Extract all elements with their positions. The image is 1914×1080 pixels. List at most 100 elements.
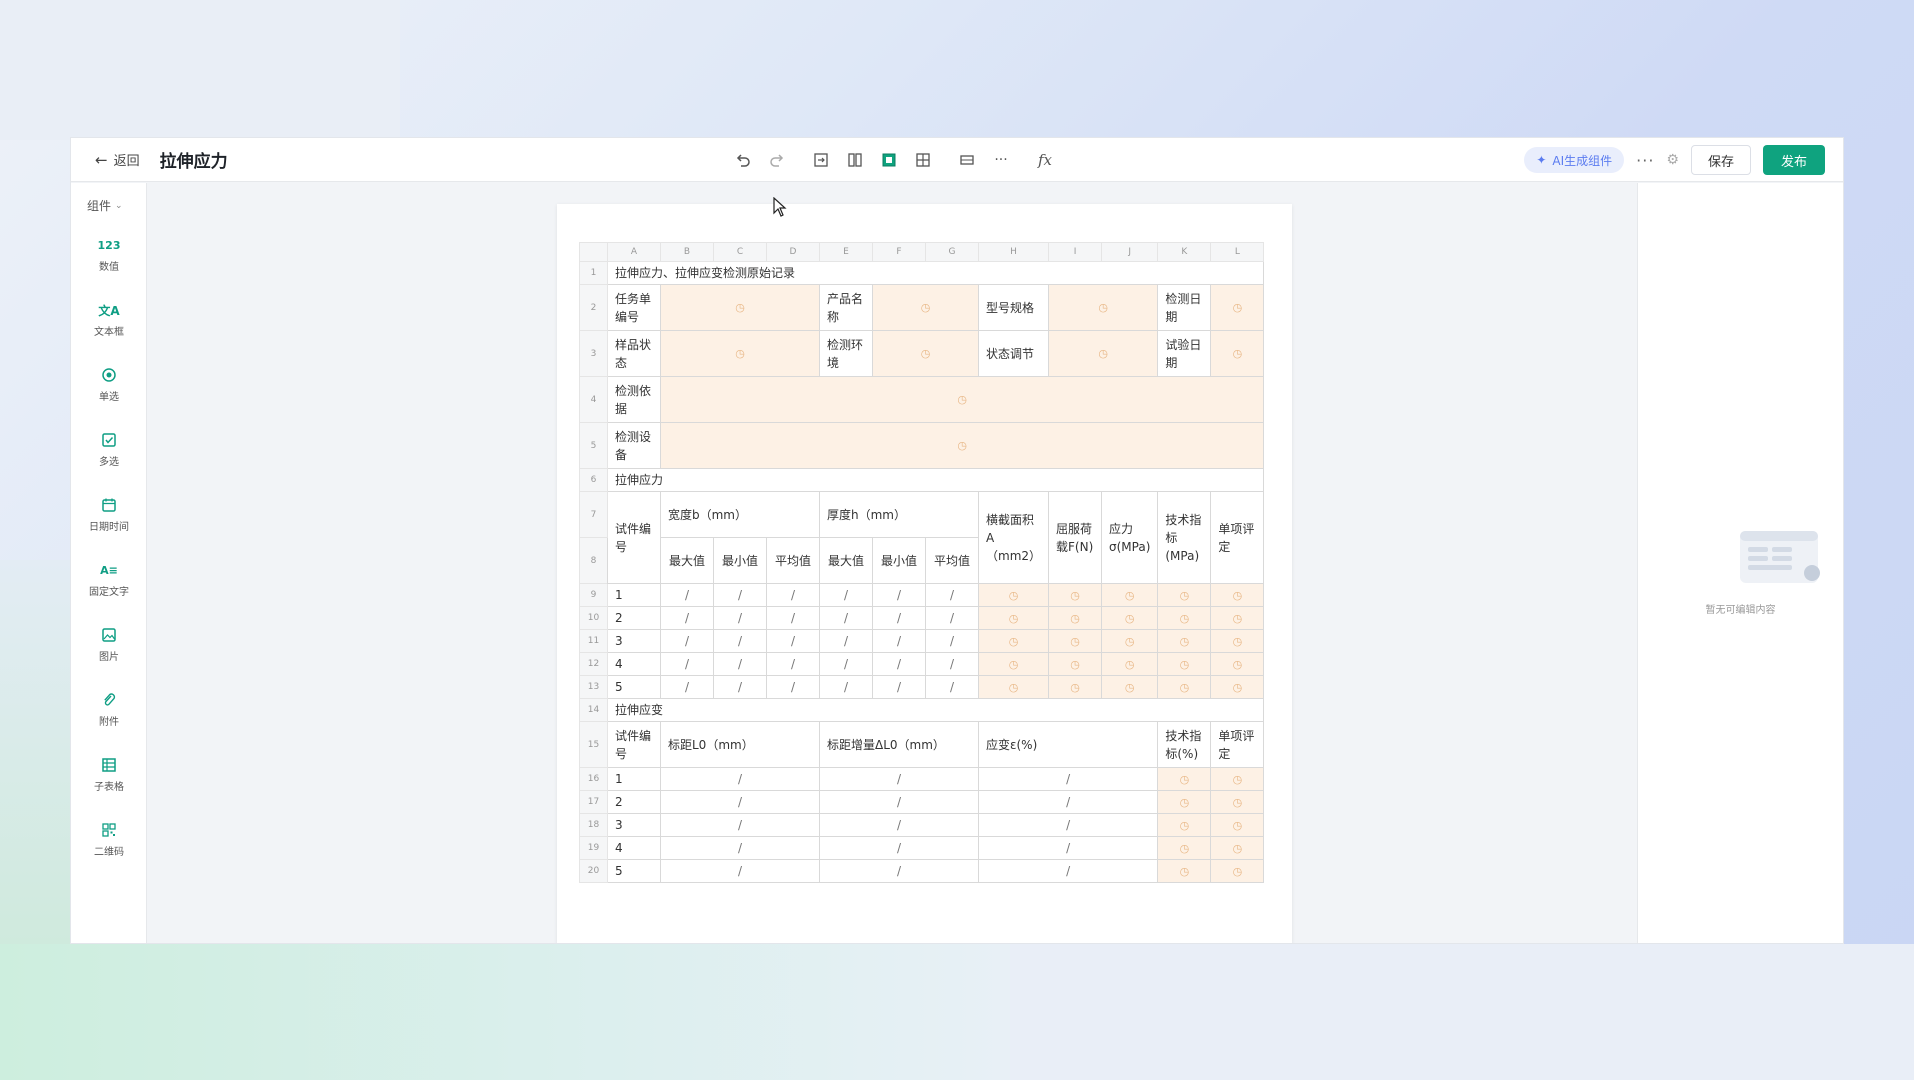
label-cell[interactable]: 样品状态 — [607, 330, 661, 377]
column-header[interactable]: F — [872, 242, 926, 262]
header-cell[interactable]: 最大值 — [819, 537, 873, 584]
input-field[interactable]: ◷ — [977, 583, 1050, 607]
slash-cell[interactable]: / — [925, 652, 979, 676]
input-field[interactable]: ◷ — [1210, 790, 1265, 814]
slash-cell[interactable]: / — [660, 583, 714, 607]
sidebar-item-radio[interactable]: 单选 — [71, 352, 147, 417]
header-cell[interactable]: 技术指标(MPa) — [1157, 491, 1212, 584]
input-field[interactable]: ◷ — [1210, 675, 1265, 699]
label-cell[interactable]: 状态调节 — [977, 330, 1050, 377]
column-header[interactable]: L — [1210, 242, 1265, 262]
input-field[interactable]: ◷ — [1157, 629, 1212, 653]
trial-date-field[interactable]: ◷ — [1210, 330, 1265, 377]
input-field[interactable]: ◷ — [1048, 606, 1103, 630]
slash-cell[interactable]: / — [660, 767, 820, 791]
publish-button[interactable]: 发布 — [1762, 145, 1825, 175]
save-button[interactable]: 保存 — [1690, 145, 1751, 175]
slash-cell[interactable]: / — [977, 836, 1159, 860]
header-cell[interactable]: 试件编号 — [607, 721, 661, 768]
redo-icon[interactable] — [760, 146, 794, 174]
slash-cell[interactable]: / — [925, 606, 979, 630]
undo-icon[interactable] — [726, 146, 760, 174]
input-field[interactable]: ◷ — [1157, 790, 1212, 814]
row-header[interactable]: 20 — [579, 859, 608, 883]
slash-cell[interactable]: / — [977, 790, 1159, 814]
merge-cells-icon[interactable] — [804, 146, 838, 174]
split-cells-icon[interactable] — [838, 146, 872, 174]
label-cell[interactable]: 检测日期 — [1157, 284, 1212, 331]
slash-cell[interactable]: / — [872, 629, 926, 653]
slash-cell[interactable]: / — [925, 583, 979, 607]
input-field[interactable]: ◷ — [1048, 652, 1103, 676]
sidebar-item-textbox[interactable]: 文A 文本框 — [71, 287, 147, 352]
column-header[interactable]: K — [1157, 242, 1212, 262]
header-cell[interactable]: 最大值 — [660, 537, 714, 584]
slash-cell[interactable]: / — [977, 859, 1159, 883]
input-field[interactable]: ◷ — [1210, 583, 1265, 607]
settings-icon[interactable]: ⚙ — [1666, 152, 1679, 168]
label-cell[interactable]: 检测环境 — [819, 330, 873, 377]
column-header[interactable]: J — [1101, 242, 1159, 262]
row-header[interactable]: 7 — [579, 491, 608, 538]
input-field[interactable]: ◷ — [1210, 767, 1265, 791]
slash-cell[interactable]: / — [766, 629, 820, 653]
input-field[interactable]: ◷ — [1101, 583, 1159, 607]
slash-cell[interactable]: / — [660, 675, 714, 699]
input-field[interactable]: ◷ — [1157, 652, 1212, 676]
section-title-cell[interactable]: 拉伸应变 — [606, 698, 1265, 722]
header-cell[interactable]: 平均值 — [925, 537, 979, 584]
input-field[interactable]: ◷ — [1048, 629, 1103, 653]
row-header[interactable]: 6 — [579, 468, 608, 492]
label-cell[interactable]: 型号规格 — [977, 284, 1050, 331]
specimen-cell[interactable]: 1 — [607, 767, 661, 791]
slash-cell[interactable]: / — [660, 836, 820, 860]
section-title-cell[interactable]: 拉伸应力 — [606, 468, 1265, 492]
slash-cell[interactable]: / — [819, 859, 979, 883]
input-field[interactable]: ◷ — [1157, 859, 1212, 883]
specimen-cell[interactable]: 4 — [607, 652, 661, 676]
header-cell[interactable]: 应力σ(MPa) — [1101, 491, 1159, 584]
row-header[interactable]: 13 — [579, 675, 608, 699]
sidebar-item-qrcode[interactable]: 二维码 — [71, 807, 147, 872]
input-field[interactable]: ◷ — [1157, 767, 1212, 791]
row-header[interactable]: 5 — [579, 422, 608, 469]
more-icon[interactable]: ··· — [1636, 151, 1654, 170]
test-equipment-field[interactable]: ◷ — [659, 422, 1265, 469]
label-cell[interactable]: 检测设备 — [607, 422, 661, 469]
row-header[interactable]: 3 — [579, 330, 608, 377]
slash-cell[interactable]: / — [819, 790, 979, 814]
header-cell[interactable]: 宽度b（mm） — [660, 491, 820, 538]
input-field[interactable]: ◷ — [1101, 652, 1159, 676]
slash-cell[interactable]: / — [766, 652, 820, 676]
header-cell[interactable]: 屈服荷载F(N) — [1048, 491, 1103, 584]
slash-cell[interactable]: / — [819, 606, 873, 630]
specimen-cell[interactable]: 3 — [607, 813, 661, 837]
slash-cell[interactable]: / — [766, 583, 820, 607]
sample-state-field[interactable]: ◷ — [660, 330, 820, 377]
input-field[interactable]: ◷ — [1210, 629, 1265, 653]
specimen-cell[interactable]: 4 — [607, 836, 661, 860]
slash-cell[interactable]: / — [819, 652, 873, 676]
row-header[interactable]: 4 — [579, 376, 608, 423]
sidebar-item-image[interactable]: 图片 — [71, 612, 147, 677]
row-header[interactable]: 18 — [579, 813, 608, 837]
row-header[interactable]: 9 — [579, 583, 608, 607]
table-title-cell[interactable]: 拉伸应力、拉伸应变检测原始记录 — [606, 261, 1265, 285]
slash-cell[interactable]: / — [819, 836, 979, 860]
header-cell[interactable]: 单项评定 — [1210, 721, 1265, 768]
slash-cell[interactable]: / — [660, 629, 714, 653]
sidebar-item-fixed-text[interactable]: A≡ 固定文字 — [71, 547, 147, 612]
slash-cell[interactable]: / — [660, 606, 714, 630]
slash-cell[interactable]: / — [977, 813, 1159, 837]
ai-generate-button[interactable]: ✦ AI生成组件 — [1524, 147, 1625, 173]
input-field[interactable]: ◷ — [1210, 859, 1265, 883]
label-cell[interactable]: 检测依据 — [607, 376, 661, 423]
row-header[interactable]: 19 — [579, 836, 608, 860]
input-field[interactable]: ◷ — [1157, 836, 1212, 860]
specimen-cell[interactable]: 1 — [607, 583, 661, 607]
slash-cell[interactable]: / — [713, 583, 767, 607]
input-field[interactable]: ◷ — [1101, 629, 1159, 653]
slash-cell[interactable]: / — [660, 813, 820, 837]
column-header[interactable]: E — [819, 242, 873, 262]
header-cell[interactable]: 标距L0（mm） — [660, 721, 820, 768]
